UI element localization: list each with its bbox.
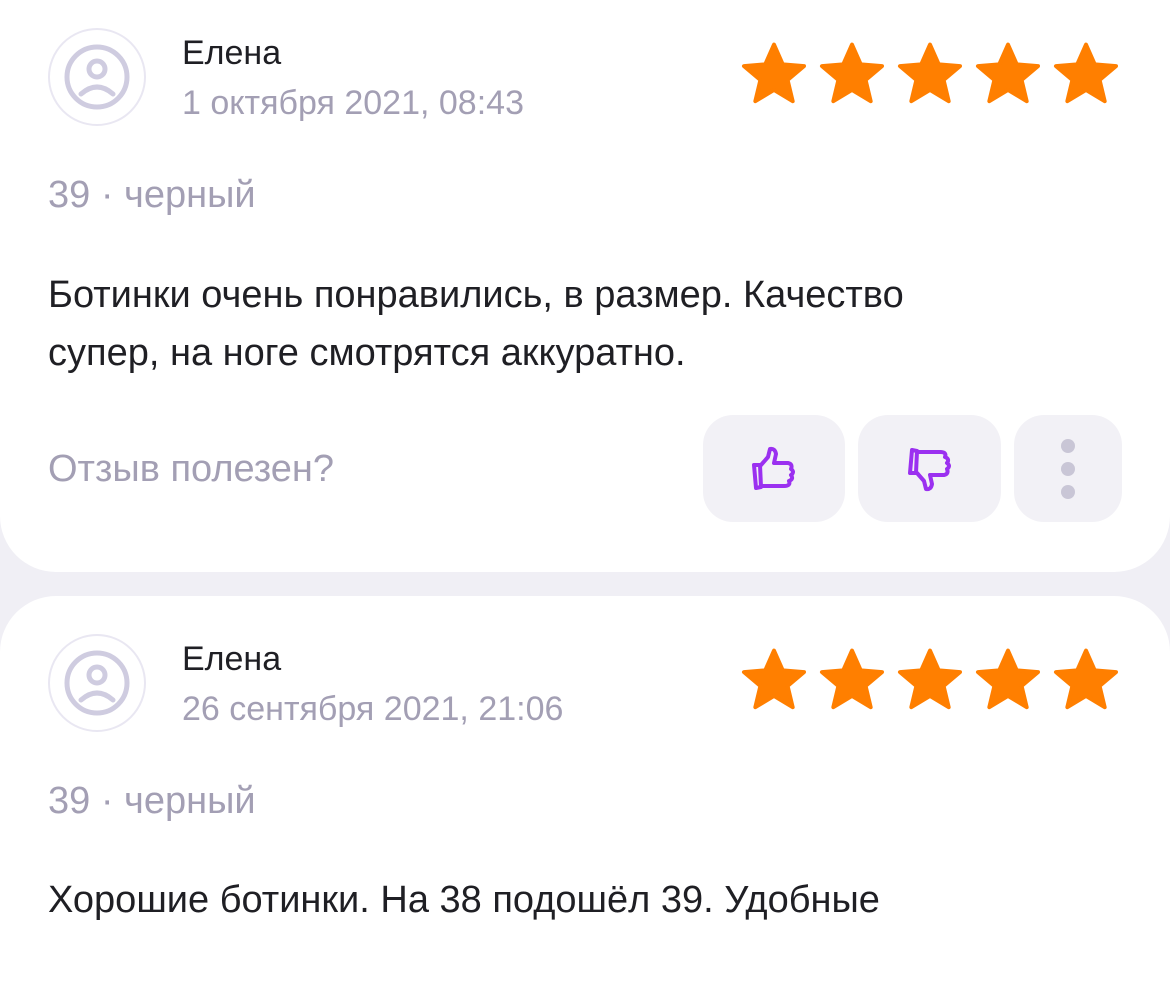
helpful-prompt: Отзыв полезен? [48, 448, 335, 490]
review-card: Елена 1 октября 2021, 08:43 39 · черный … [0, 0, 1170, 572]
thumbs-up-icon [752, 446, 795, 490]
review-variant: 39 · черный [48, 780, 256, 822]
more-vertical-icon [1061, 438, 1075, 499]
star-icon [897, 42, 963, 104]
rating-stars [738, 38, 1122, 110]
star-icon [1053, 648, 1119, 710]
review-text-line: Хорошие ботинки. На 38 подошёл 39. Удобн… [48, 879, 880, 921]
star-icon [1053, 42, 1119, 104]
dislike-button[interactable] [858, 415, 1001, 522]
star-icon [819, 648, 885, 710]
star-icon [741, 42, 807, 104]
review-date: 1 октября 2021, 08:43 [182, 84, 524, 122]
star-icon [819, 42, 885, 104]
like-button[interactable] [703, 415, 845, 522]
thumbs-down-icon [907, 447, 951, 491]
rating-stars [738, 644, 1122, 716]
star-icon [975, 42, 1041, 104]
review-text-line: супер, на ноге смотрятся аккуратно. [48, 332, 686, 374]
review-author: Елена [182, 34, 282, 72]
star-icon [975, 648, 1041, 710]
review-author: Елена [182, 640, 282, 678]
user-avatar-icon [48, 28, 146, 126]
review-card: Елена 26 сентября 2021, 21:06 39 · черны… [0, 596, 1170, 996]
user-avatar-icon [48, 634, 146, 732]
review-date: 26 сентября 2021, 21:06 [182, 690, 564, 728]
review-variant: 39 · черный [48, 174, 256, 216]
review-text-line: Ботинки очень понравились, в размер. Кач… [48, 274, 904, 316]
star-icon [741, 648, 807, 710]
review-text: Ботинки очень понравились, в размер. Кач… [48, 266, 1128, 382]
more-options-button[interactable] [1014, 415, 1122, 522]
review-text: Хорошие ботинки. На 38 подошёл 39. Удобн… [48, 871, 1128, 929]
star-icon [897, 648, 963, 710]
